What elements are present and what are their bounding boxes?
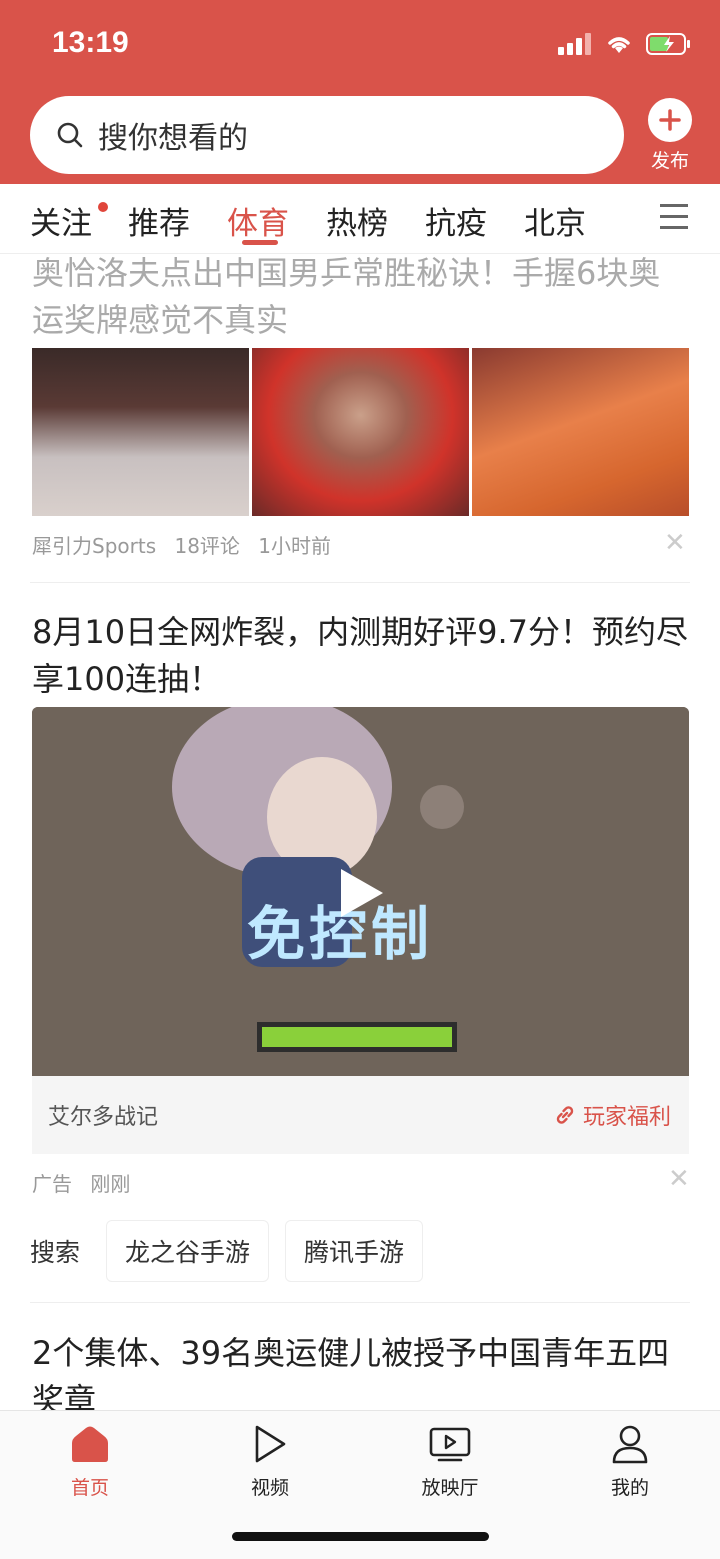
search-chip-tencent[interactable]: 腾讯手游 bbox=[285, 1220, 424, 1282]
play-outline-icon bbox=[220, 1423, 320, 1465]
screen-play-icon bbox=[400, 1423, 500, 1465]
tab-sports[interactable]: 体育 bbox=[227, 198, 289, 243]
ad-dismiss-icon[interactable]: ✕ bbox=[668, 1164, 690, 1194]
tab-recommend[interactable]: 推荐 bbox=[128, 198, 190, 243]
ad-title[interactable]: 8月10日全网炸裂，内测期好评9.7分！预约尽享100连抽！ bbox=[32, 609, 692, 703]
search-chip-longzhigu[interactable]: 龙之谷手游 bbox=[106, 1220, 270, 1282]
search-bar[interactable]: 搜你想看的 bbox=[30, 96, 624, 174]
article-time: 1小时前 bbox=[258, 534, 332, 558]
ad-cta-label: 玩家福利 bbox=[582, 1105, 671, 1130]
nav-theater-label: 放映厅 bbox=[421, 1477, 479, 1499]
wifi-icon bbox=[608, 37, 630, 53]
user-icon bbox=[580, 1423, 680, 1465]
feed-divider bbox=[30, 1302, 690, 1303]
article-source: 犀引力Sports bbox=[32, 534, 157, 558]
tab-hot[interactable]: 热榜 bbox=[326, 198, 388, 243]
ad-meta: 广告 刚刚 bbox=[32, 1168, 142, 1197]
ad-tag: 广告 bbox=[32, 1172, 72, 1196]
ad-time: 刚刚 bbox=[90, 1172, 131, 1196]
play-icon[interactable] bbox=[337, 867, 385, 923]
status-time: 13:19 bbox=[52, 26, 129, 59]
home-indicator bbox=[232, 1532, 489, 1541]
battery-icon bbox=[646, 33, 690, 55]
nav-video-label: 视频 bbox=[250, 1477, 289, 1499]
article-image-team bbox=[472, 348, 689, 516]
channel-tabs: 关注 推荐 体育 热榜 抗疫 北京 bbox=[0, 184, 720, 254]
related-search-label: 搜索 bbox=[30, 1238, 81, 1267]
tab-anti-epidemic[interactable]: 抗疫 bbox=[425, 198, 487, 243]
tab-beijing[interactable]: 北京 bbox=[524, 198, 586, 243]
article-images[interactable] bbox=[32, 348, 689, 516]
nav-me[interactable]: 我的 bbox=[580, 1423, 680, 1500]
article-image-podium bbox=[32, 348, 249, 516]
nav-home-label: 首页 bbox=[70, 1477, 109, 1499]
search-placeholder: 搜你想看的 bbox=[98, 121, 248, 156]
article-meta: 犀引力Sports 18评论 1小时前 bbox=[32, 530, 343, 559]
active-tab-indicator bbox=[242, 240, 278, 245]
ad-info-bar[interactable]: 艾尔多战记 玩家福利 bbox=[32, 1076, 689, 1154]
related-search-row: 搜索 龙之谷手游 腾讯手游 bbox=[30, 1220, 424, 1282]
advertiser-name: 艾尔多战记 bbox=[48, 1105, 159, 1130]
dismiss-icon[interactable]: ✕ bbox=[664, 528, 686, 558]
home-icon bbox=[40, 1423, 140, 1465]
link-icon bbox=[556, 1106, 574, 1124]
ad-video[interactable]: 免控制 bbox=[32, 707, 689, 1076]
article-title[interactable]: 奥恰洛夫点出中国男乒常胜秘诀！手握6块奥运奖牌感觉不真实 bbox=[32, 250, 692, 344]
nav-theater[interactable]: 放映厅 bbox=[400, 1423, 500, 1500]
nav-video[interactable]: 视频 bbox=[220, 1423, 320, 1500]
article-image-player bbox=[252, 348, 469, 516]
article-comments: 18评论 bbox=[174, 534, 240, 558]
top-header: 13:19 搜你想看的 发布 bbox=[0, 0, 720, 184]
search-icon bbox=[57, 122, 83, 148]
status-icons bbox=[558, 32, 692, 56]
publish-label: 发布 bbox=[650, 150, 689, 172]
feed-divider bbox=[30, 582, 690, 583]
signal-icon bbox=[558, 33, 591, 55]
nav-home[interactable]: 首页 bbox=[40, 1423, 140, 1500]
ad-cta-link[interactable]: 玩家福利 bbox=[553, 1099, 671, 1131]
tab-follow[interactable]: 关注 bbox=[30, 198, 92, 243]
plus-icon bbox=[648, 98, 692, 142]
article-title-2[interactable]: 2个集体、39名奥运健儿被授予中国青年五四奖章 bbox=[32, 1330, 692, 1410]
channel-menu-icon[interactable] bbox=[660, 204, 688, 237]
publish-button[interactable]: 发布 bbox=[642, 98, 698, 173]
nav-me-label: 我的 bbox=[610, 1477, 649, 1499]
follow-notification-dot bbox=[98, 202, 108, 212]
